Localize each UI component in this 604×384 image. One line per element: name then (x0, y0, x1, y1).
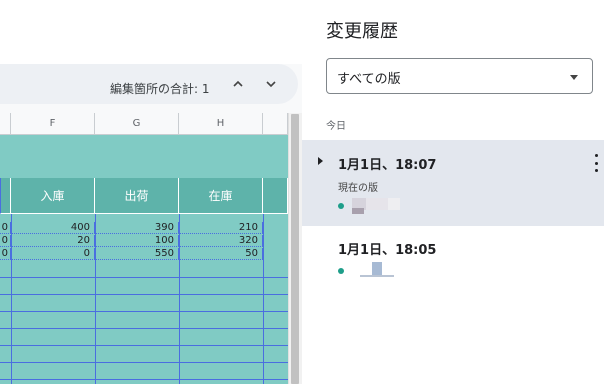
grid-line (11, 214, 12, 384)
caret-down-icon (570, 75, 578, 80)
chevron-down-icon (266, 81, 276, 88)
previous-edit-button[interactable] (226, 73, 250, 95)
header-cell-partial[interactable] (0, 178, 11, 214)
header-cell-shipped[interactable]: 出荷 (95, 178, 179, 214)
edit-count-label: 編集箇所の合計: 1 (110, 82, 210, 96)
header-cell-inbound[interactable]: 入庫 (11, 178, 95, 214)
header-cell-blank[interactable] (263, 178, 288, 214)
table-cell[interactable]: 210 (179, 222, 263, 234)
empty-row[interactable] (0, 363, 288, 380)
empty-row[interactable] (0, 329, 288, 346)
table-row: 0 20 100 320 (0, 235, 288, 247)
table-cell[interactable]: 50 (179, 248, 263, 260)
column-header-h[interactable]: H (179, 113, 263, 135)
editor-name-blurred (366, 198, 388, 210)
grid-line (95, 214, 96, 384)
column-header-g[interactable]: G (95, 113, 179, 135)
table-cell[interactable]: 320 (179, 235, 263, 247)
version-timestamp: 1月1日、18:07 (338, 158, 437, 173)
column-header-f[interactable]: F (11, 113, 95, 135)
editor-name-blurred (360, 275, 394, 277)
sheet-grid: F G H 入庫 出荷 在庫 0 400 390 210 0 20 100 32… (0, 113, 288, 384)
empty-row[interactable] (0, 312, 288, 329)
empty-row[interactable] (0, 261, 288, 278)
table-cell[interactable]: 100 (95, 235, 179, 247)
table-row: 0 400 390 210 (0, 222, 288, 234)
editor-color-dot (338, 268, 344, 274)
table-cell[interactable]: 390 (95, 222, 179, 234)
dropdown-selected-value: すべての版 (337, 72, 401, 87)
current-version-badge: 現在の版 (338, 183, 378, 194)
spreadsheet-area: 編集箇所の合計: 1 F G H 入庫 出荷 在庫 0 400 390 210 … (0, 0, 302, 384)
version-history-panel: 変更履歴 すべての版 今日 1月1日、18:07 現在の版 1月1日、18:05 (302, 0, 604, 384)
table-cell[interactable]: 0 (11, 248, 95, 260)
grid-line (263, 214, 264, 384)
version-filter-dropdown[interactable]: すべての版 (326, 58, 593, 94)
table-cell[interactable]: 550 (95, 248, 179, 260)
chevron-up-icon (233, 80, 243, 87)
next-edit-button[interactable] (259, 73, 283, 95)
table-title-band[interactable] (0, 135, 288, 179)
table-row: 0 0 550 50 (0, 248, 288, 260)
grid-line (179, 214, 180, 384)
table-cell[interactable]: 0 (0, 235, 11, 247)
scrollbar-thumb[interactable] (291, 114, 299, 384)
editor-avatar-blurred (372, 262, 382, 275)
more-options-icon[interactable] (592, 154, 600, 172)
column-header-i[interactable] (263, 113, 288, 135)
toolbar-area (0, 0, 302, 64)
editor-name-blurred (388, 198, 400, 210)
editor-color-dot (338, 203, 344, 209)
panel-title: 変更履歴 (326, 21, 398, 42)
empty-row[interactable] (0, 295, 288, 312)
column-header-e[interactable] (0, 113, 11, 135)
table-cell[interactable]: 400 (11, 222, 95, 234)
section-label-today: 今日 (326, 121, 346, 132)
table-cell[interactable]: 0 (0, 222, 11, 234)
version-timestamp: 1月1日、18:05 (338, 243, 437, 258)
version-item-current[interactable]: 1月1日、18:07 現在の版 (302, 140, 604, 226)
table-cell[interactable]: 20 (11, 235, 95, 247)
expand-triangle-icon[interactable] (318, 157, 323, 165)
version-item[interactable]: 1月1日、18:05 (302, 226, 604, 292)
header-cell-stock[interactable]: 在庫 (179, 178, 263, 214)
empty-row[interactable] (0, 278, 288, 295)
table-cell[interactable]: 0 (0, 248, 11, 260)
empty-row[interactable] (0, 346, 288, 363)
editor-name-blurred (352, 208, 364, 214)
